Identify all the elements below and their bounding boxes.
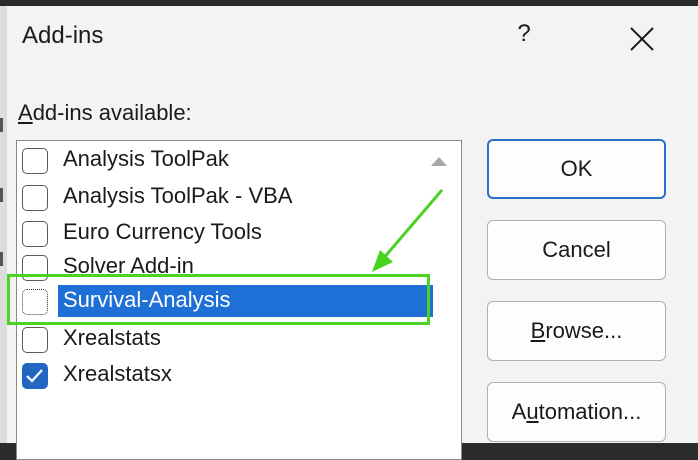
addin-checkbox[interactable] bbox=[22, 363, 48, 389]
scroll-up-button[interactable] bbox=[428, 152, 450, 170]
addin-label: Xrealstatsx bbox=[63, 361, 172, 386]
browse-button[interactable]: Browse... bbox=[487, 301, 666, 361]
addin-item-xrealstatsx[interactable]: Xrealstatsx bbox=[19, 358, 419, 392]
edge-mark bbox=[0, 118, 3, 132]
addin-checkbox[interactable] bbox=[22, 327, 48, 353]
add-ins-dialog: Add-ins ? Add-ins available: Analysis To… bbox=[0, 0, 698, 460]
annotation-arrow-icon bbox=[372, 189, 444, 272]
addin-checkbox[interactable] bbox=[22, 185, 48, 211]
addin-checkbox[interactable] bbox=[22, 148, 48, 174]
window-top-edge bbox=[0, 0, 698, 6]
add-ins-available-text: dd-ins available: bbox=[32, 100, 192, 125]
scroll-up-arrow-icon bbox=[431, 157, 447, 166]
addin-label: Analysis ToolPak bbox=[63, 146, 229, 171]
close-button[interactable] bbox=[629, 26, 655, 52]
ok-button[interactable]: OK bbox=[487, 139, 666, 199]
access-key-u: u bbox=[526, 399, 539, 424]
addin-checkbox[interactable] bbox=[22, 221, 48, 247]
close-icon bbox=[630, 27, 654, 51]
addin-label: Xrealstats bbox=[63, 325, 161, 350]
access-key-b: B bbox=[530, 318, 546, 343]
browse-text: rowse... bbox=[545, 318, 623, 343]
edge-mark bbox=[0, 252, 3, 266]
addin-item-xrealstats[interactable]: Xrealstats bbox=[19, 322, 419, 356]
checkmark-icon bbox=[26, 369, 43, 383]
automation-button[interactable]: Automation... bbox=[487, 382, 666, 442]
addin-label: Euro Currency Tools bbox=[63, 219, 262, 244]
access-key-a: A bbox=[18, 100, 33, 125]
background-window-edge bbox=[0, 6, 7, 443]
addin-item-euro-currency-tools[interactable]: Euro Currency Tools bbox=[19, 216, 419, 250]
addin-label: Analysis ToolPak - VBA bbox=[63, 183, 293, 208]
automation-text-rest: tomation... bbox=[538, 399, 642, 424]
addin-item-analysis-toolpak-vba[interactable]: Analysis ToolPak - VBA bbox=[19, 180, 419, 214]
add-ins-available-label: Add-ins available: bbox=[18, 100, 192, 126]
help-button[interactable]: ? bbox=[512, 20, 536, 48]
edge-mark bbox=[0, 188, 3, 202]
automation-text-a: A bbox=[511, 399, 527, 424]
cancel-button[interactable]: Cancel bbox=[487, 220, 666, 280]
addin-item-analysis-toolpak[interactable]: Analysis ToolPak bbox=[19, 143, 419, 177]
dialog-title: Add-ins bbox=[22, 22, 104, 49]
